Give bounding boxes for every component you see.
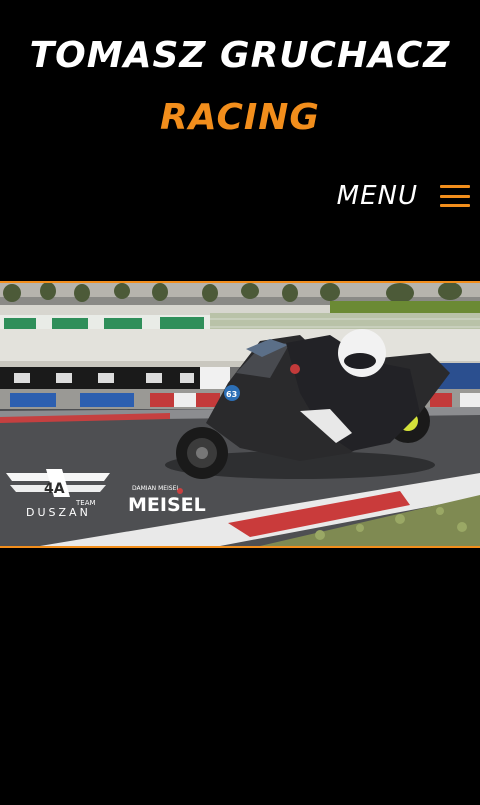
- hero-image: 4A TEAM DUSZAN DAMIAN MEISEL MEISEL 63: [0, 281, 480, 548]
- menu-label[interactable]: MENU: [337, 183, 418, 209]
- bike-number: 63: [226, 390, 237, 399]
- site-title[interactable]: TOMASZ GRUCHACZ RACING: [0, 30, 480, 136]
- hamburger-menu-icon[interactable]: [440, 185, 470, 207]
- menu-button[interactable]: MENU: [337, 176, 470, 216]
- site-title-subtitle[interactable]: RACING: [0, 100, 480, 136]
- hero-photo-motorcycle: 4A TEAM DUSZAN DAMIAN MEISEL MEISEL 63: [0, 283, 480, 546]
- meisel-logo-text: MEISEL: [128, 494, 206, 516]
- team-logo-mark: 4A: [44, 481, 65, 497]
- team-logo-name: DUSZAN: [26, 506, 91, 519]
- site-title-name[interactable]: TOMASZ GRUCHACZ: [0, 38, 480, 74]
- page: TOMASZ GRUCHACZ RACING MENU 4A TEAM DUSZ…: [0, 0, 480, 805]
- meisel-logo-small: DAMIAN MEISEL: [132, 485, 180, 492]
